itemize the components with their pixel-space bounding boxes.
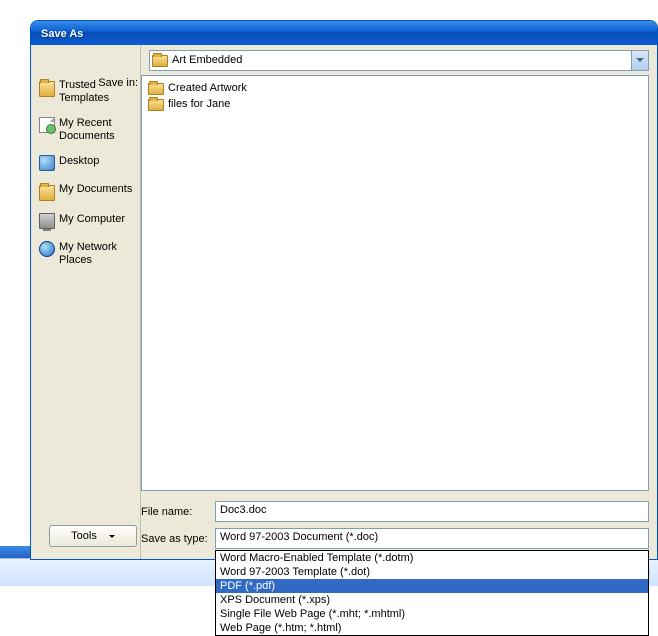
save-as-dialog: Save As Save in: Trusted Templates My Re… [30, 20, 658, 560]
folder-icon [39, 81, 55, 97]
file-name: files for Jane [168, 98, 230, 110]
save-type-option[interactable]: Web Page (*.htm; *.html) [216, 621, 648, 635]
sidebar-item-label: My Documents [59, 183, 132, 196]
sidebar-item-desktop[interactable]: Desktop [31, 151, 140, 179]
save-in-value: Art Embedded [172, 54, 242, 66]
file-item[interactable]: files for Jane [146, 96, 644, 112]
bottom-fields: File name: Doc3.doc Save as type: Word 9… [141, 497, 657, 559]
dialog-titlebar: Save As [31, 21, 657, 45]
save-in-dropdown[interactable]: Art Embedded [149, 50, 649, 71]
save-type-value: Word 97-2003 Document (*.doc) [220, 531, 378, 543]
save-type-dropdown[interactable]: Word 97-2003 Document (*.doc) [215, 528, 649, 549]
save-type-option[interactable]: Word 97-2003 Template (*.dot) [216, 565, 648, 579]
computer-icon [39, 213, 55, 229]
dialog-body: Save in: Trusted Templates My Recent Doc… [31, 45, 657, 559]
file-name-input[interactable]: Doc3.doc [215, 501, 649, 522]
save-type-option[interactable]: Word Macro-Enabled Template (*.dotm) [216, 551, 648, 565]
sidebar-item-label: My Recent Documents [59, 117, 134, 143]
save-type-label: Save as type: [141, 533, 209, 545]
dialog-main: Art Embedded Created Artwork files for J… [141, 45, 657, 559]
chevron-down-icon[interactable] [631, 51, 648, 70]
recent-documents-icon [39, 117, 55, 133]
file-name-value: Doc3.doc [220, 504, 266, 516]
file-list[interactable]: Created Artwork files for Jane [141, 75, 649, 491]
save-type-row: Save as type: Word 97-2003 Document (*.d… [141, 528, 649, 549]
sidebar-item-my-computer[interactable]: My Computer [31, 209, 140, 237]
sidebar-item-network-places[interactable]: My Network Places [31, 237, 140, 275]
tools-button[interactable]: Tools [49, 525, 137, 547]
save-type-option[interactable]: PDF (*.pdf) [216, 579, 648, 593]
file-name: Created Artwork [168, 82, 247, 94]
sidebar-item-recent-documents[interactable]: My Recent Documents [31, 113, 140, 151]
folder-icon [148, 99, 164, 111]
save-in-bar: Art Embedded [141, 45, 657, 75]
desktop-icon [39, 155, 55, 171]
sidebar-item-label: My Computer [59, 213, 125, 226]
save-type-options-list: Word Macro-Enabled Template (*.dotm) Wor… [215, 550, 649, 636]
save-in-label: Save in: [43, 77, 138, 89]
save-type-option[interactable]: Single File Web Page (*.mht; *.mhtml) [216, 607, 648, 621]
sidebar-item-label: Desktop [59, 155, 99, 168]
file-name-row: File name: Doc3.doc [141, 501, 649, 522]
file-item[interactable]: Created Artwork [146, 80, 644, 96]
network-icon [39, 241, 55, 257]
places-sidebar: Trusted Templates My Recent Documents De… [31, 45, 141, 559]
sidebar-item-label: My Network Places [59, 241, 134, 267]
dialog-title: Save As [41, 28, 83, 40]
folder-icon [39, 185, 55, 201]
tools-label: Tools [71, 530, 97, 542]
save-type-option[interactable]: XPS Document (*.xps) [216, 593, 648, 607]
sidebar-item-my-documents[interactable]: My Documents [31, 179, 140, 209]
folder-icon [148, 83, 164, 95]
file-name-label: File name: [141, 506, 209, 518]
folder-icon [152, 55, 168, 67]
